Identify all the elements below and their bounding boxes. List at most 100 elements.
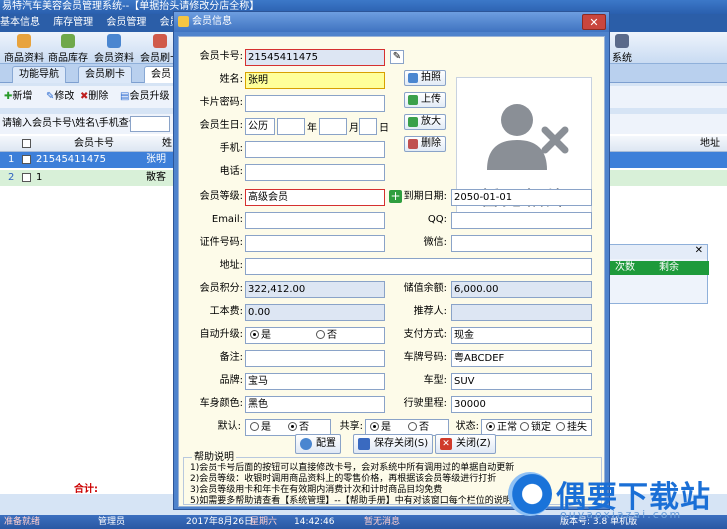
label-tel: 电话: xyxy=(219,166,243,177)
status-date: 2017年8月26日 xyxy=(186,517,254,527)
upgrade-button[interactable]: ▤会员升级 xyxy=(120,86,169,108)
edit-card-icon[interactable]: ✎ xyxy=(390,50,404,64)
radio-icon xyxy=(520,422,529,431)
delete-photo-button[interactable]: 删除 xyxy=(404,136,446,152)
label-referrer: 推荐人: xyxy=(413,306,447,317)
label-brand: 品牌: xyxy=(219,375,243,386)
menu-inventory[interactable]: 库存管理 xyxy=(53,17,93,28)
close-button[interactable]: ✕ 关闭(Z) xyxy=(435,434,496,454)
label-share: 共享: xyxy=(339,421,363,432)
points-field: 322,412.00 xyxy=(245,281,385,298)
menu-members[interactable]: 会员管理 xyxy=(106,17,146,28)
address-field[interactable] xyxy=(245,258,592,275)
mileage-field[interactable]: 30000 xyxy=(451,396,592,413)
label-auto-upgrade: 自动升级: xyxy=(199,329,243,340)
card-no-field[interactable]: 21545411475 xyxy=(245,49,385,66)
toolbar-member-button[interactable]: 会员资料 xyxy=(94,34,134,64)
add-button[interactable]: ✚新增 xyxy=(4,86,32,108)
share-yes-radio[interactable]: 是 xyxy=(370,422,391,433)
id-number-field[interactable] xyxy=(245,235,385,252)
status-user: 管理员 xyxy=(98,517,126,527)
watermark-logo-icon xyxy=(508,472,552,516)
referrer-field xyxy=(451,304,592,321)
wechat-field[interactable] xyxy=(451,235,592,252)
edit-button[interactable]: ✎修改 xyxy=(46,86,74,108)
take-photo-button[interactable]: 拍照 xyxy=(404,70,446,86)
state-normal-radio[interactable]: 正常 xyxy=(486,422,517,433)
dialog-close-button[interactable]: ✕ xyxy=(582,14,606,30)
status-ready: 准备就绪 xyxy=(4,517,41,527)
balance-field: 6,000.00 xyxy=(451,281,592,298)
label-balance: 储值余额: xyxy=(403,283,447,294)
label-id-no: 证件号码: xyxy=(199,237,243,248)
toolbar-stock-button[interactable]: 商品库存 xyxy=(48,34,88,64)
dialog-title-bar: 会员信息 ✕ xyxy=(174,12,609,32)
zoom-button[interactable]: 放大 xyxy=(404,114,446,130)
row-checkbox[interactable] xyxy=(22,155,31,164)
remark-field[interactable] xyxy=(245,350,385,367)
label-color: 车身颜色: xyxy=(199,398,243,409)
radio-icon xyxy=(370,422,379,431)
work-fee-field: 0.00 xyxy=(245,304,385,321)
tab-nav[interactable]: 功能导航 xyxy=(12,66,66,83)
delete-icon xyxy=(408,139,418,149)
birth-month-field[interactable] xyxy=(319,118,347,135)
label-qq: QQ: xyxy=(427,214,447,225)
header-card: 会员卡号 xyxy=(74,138,114,149)
label-default: 默认: xyxy=(217,421,241,432)
pay-method-select[interactable]: 现金 xyxy=(451,327,592,344)
email-field[interactable] xyxy=(245,212,385,229)
year-suffix: 年 xyxy=(307,123,317,134)
background-panel: ✕ 次数 剩余 xyxy=(598,244,709,304)
label-expire: 到期日期: xyxy=(403,191,447,202)
state-locked-radio[interactable]: 锁定 xyxy=(520,420,551,435)
radio-icon xyxy=(486,422,495,431)
mobile-field[interactable] xyxy=(245,141,385,158)
label-remark: 备注: xyxy=(219,352,243,363)
birth-day-field[interactable] xyxy=(359,118,377,135)
config-button[interactable]: 配置 xyxy=(295,434,341,454)
expire-date-field[interactable]: 2050-01-01 xyxy=(451,189,592,206)
row-checkbox[interactable] xyxy=(22,173,31,182)
save-close-button[interactable]: 保存关闭(S) xyxy=(353,434,434,454)
select-all-checkbox[interactable] xyxy=(22,139,31,148)
telephone-field[interactable] xyxy=(245,164,385,181)
qq-field[interactable] xyxy=(451,212,592,229)
model-field[interactable]: SUV xyxy=(451,373,592,390)
birth-year-field[interactable] xyxy=(277,118,305,135)
name-field[interactable]: 张明 xyxy=(245,72,385,89)
dialog-title: 会员信息 xyxy=(192,16,232,27)
search-label: 请输入会员卡号\姓名\手机查询: xyxy=(2,118,143,129)
color-field[interactable]: 黑色 xyxy=(245,396,385,413)
label-card-no: 会员卡号: xyxy=(199,51,243,62)
tab-swipe[interactable]: 会员刷卡 xyxy=(78,66,132,83)
label-plate: 车牌号码: xyxy=(403,352,447,363)
panel-columns: 次数 剩余 xyxy=(599,261,709,275)
auto-upgrade-no-radio[interactable]: 否 xyxy=(316,328,337,343)
zoom-icon xyxy=(408,117,418,127)
card-password-field[interactable] xyxy=(245,95,385,112)
panel-close-icon[interactable]: ✕ xyxy=(695,245,703,256)
state-lost-radio[interactable]: 挂失 xyxy=(556,420,587,435)
label-mileage: 行驶里程: xyxy=(403,398,447,409)
label-work-fee: 工本费: xyxy=(209,306,243,317)
default-yes-radio[interactable]: 是 xyxy=(250,422,271,433)
search-input[interactable] xyxy=(130,116,170,132)
toolbar-system-button[interactable]: 系统 xyxy=(612,34,632,64)
upload-button[interactable]: 上传 xyxy=(404,92,446,108)
menu-basic-info[interactable]: 基本信息 xyxy=(0,17,40,28)
day-suffix: 日 xyxy=(379,123,389,134)
calendar-type-select[interactable]: 公历 xyxy=(245,118,275,135)
plate-field[interactable]: 粤ABCDEF xyxy=(451,350,592,367)
status-time: 14:42:46 xyxy=(294,517,335,527)
toolbar-goods-button[interactable]: 商品资料 xyxy=(4,34,44,64)
gear-icon xyxy=(300,438,312,450)
member-level-select[interactable]: 高级会员 xyxy=(245,189,385,206)
radio-icon xyxy=(250,330,259,339)
auto-upgrade-yes-radio[interactable]: 是 xyxy=(250,330,271,341)
brand-field[interactable]: 宝马 xyxy=(245,373,385,390)
total-label: 合计: xyxy=(74,484,98,495)
delete-button[interactable]: ✖删除 xyxy=(80,86,108,108)
card-icon xyxy=(153,34,167,48)
save-icon xyxy=(358,438,370,450)
